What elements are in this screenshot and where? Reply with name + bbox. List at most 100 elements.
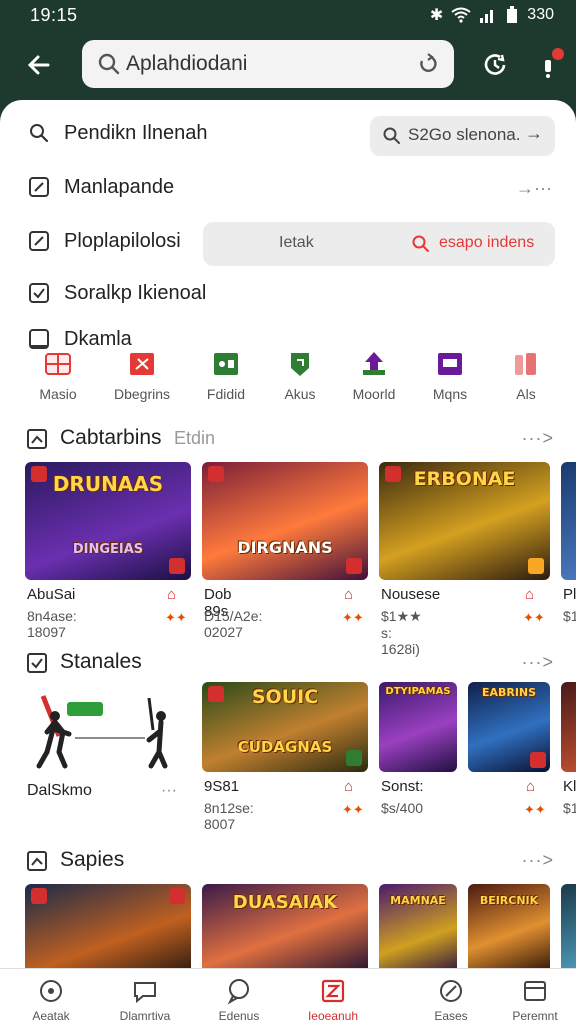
game-thumbnail: DIRGNANS: [202, 462, 368, 580]
menu-row-label: Manlapande: [64, 176, 175, 198]
rating-icon: ✦✦: [165, 610, 187, 625]
bookmark-icon[interactable]: ⌂: [526, 778, 535, 795]
game-thumbnail: [561, 462, 576, 580]
category-item[interactable]: Akus: [260, 350, 340, 402]
nav-item-games[interactable]: Eases: [408, 977, 494, 1023]
fighters-illustration: [36, 695, 168, 769]
game-thumbnail: SOUIC CUDAGNAS: [202, 682, 368, 772]
trending-icon: [27, 851, 47, 871]
category-icon: [438, 353, 462, 375]
game-meta: $1: [563, 608, 576, 624]
notification-icon[interactable]: [532, 48, 566, 82]
bookmark-icon[interactable]: ⌂: [344, 778, 353, 795]
game-thumbnail: DRUNAAS DINGEIAS: [25, 462, 191, 580]
nav-label: Edenus: [218, 1009, 260, 1023]
game-thumbnail: EABRINS: [468, 682, 550, 772]
section-more-link[interactable]: ···>: [522, 850, 555, 871]
thumbnail-title: MAMNAE: [390, 894, 446, 907]
thumbnail-title: SOUIC: [251, 686, 319, 708]
nav-item-messages[interactable]: Edenus: [196, 977, 282, 1023]
message-icon: [227, 979, 249, 1005]
store-icon: [321, 979, 345, 1003]
arrow-right-icon: →: [525, 123, 543, 143]
status-bar: 19:15 ✱ 330: [0, 0, 576, 30]
game-badge: [208, 686, 224, 702]
section-title: Cabtarbins: [60, 426, 162, 449]
battery-icon: [507, 6, 518, 23]
top-bar: Aplahdiodani: [0, 30, 576, 100]
game-name: AbuSai: [27, 586, 76, 603]
category-label: Mqns: [432, 386, 468, 402]
category-item[interactable]: Dbegrins: [102, 350, 182, 402]
menu-row-4[interactable]: Soralkp Ikienoal: [0, 270, 576, 320]
category-item[interactable]: Moorld: [334, 350, 414, 402]
more-icon[interactable]: →···: [516, 178, 552, 199]
game-badge: [169, 558, 185, 574]
quick-search-pill[interactable]: S2Go slenona. →: [370, 116, 555, 156]
bookmark-icon[interactable]: ⌂: [167, 586, 176, 603]
category-label: Masio: [39, 386, 77, 402]
filter-pill[interactable]: Ietak esapo indens: [203, 222, 555, 266]
back-arrow-icon[interactable]: [22, 48, 56, 82]
more-icon[interactable]: ···: [161, 782, 177, 800]
category-item[interactable]: Als: [486, 350, 566, 402]
featured-illustration-card[interactable]: DalSkmo ···: [25, 682, 185, 799]
game-badge: [31, 466, 47, 482]
trending-icon: [27, 429, 47, 449]
game-thumbnail: [25, 884, 191, 974]
filter-left-label: Ietak: [279, 234, 314, 251]
game-thumbnail: [561, 884, 576, 974]
game-badge: [530, 752, 546, 768]
game-badge: [169, 888, 185, 904]
category-icon: [214, 353, 238, 375]
category-icon: [130, 353, 154, 375]
menu-row-1[interactable]: Pendikn Ilnenah S2Go slenona. →: [0, 110, 576, 160]
menu-row-label: Soralkp Ikienoal: [64, 282, 207, 304]
section-title: Sapies: [60, 848, 125, 871]
game-thumbnail: ERBONAE: [379, 462, 550, 580]
category-item[interactable]: Mqns: [410, 350, 490, 402]
chat-icon: [134, 982, 156, 1004]
game-thumbnail: MAMNAE: [379, 884, 457, 974]
edit-icon: [29, 177, 49, 197]
thumbnail-subtitle: CUDAGNAS: [237, 738, 333, 756]
bookmark-icon[interactable]: ⌂: [525, 586, 534, 603]
refresh-icon[interactable]: [416, 52, 440, 76]
nav-item-home[interactable]: Aeatak: [8, 977, 94, 1023]
battery-level: 330: [527, 6, 554, 23]
nav-item-chat[interactable]: Dlamrtiva: [102, 977, 188, 1023]
search-bar[interactable]: Aplahdiodani: [82, 40, 454, 88]
checkbox-icon: [27, 653, 47, 673]
category-item[interactable]: Masio: [18, 350, 98, 402]
history-icon[interactable]: [478, 48, 512, 82]
nav-item-profile[interactable]: Peremnt: [492, 977, 576, 1023]
nav-item-store[interactable]: Ieoeanuh: [290, 977, 376, 1023]
search-input[interactable]: Aplahdiodani: [126, 52, 247, 76]
featured-label: DalSkmo: [27, 782, 92, 799]
category-icon: [363, 352, 385, 375]
game-badge: [31, 888, 47, 904]
checkbox-icon: [29, 283, 49, 303]
game-badge: [208, 466, 224, 482]
search-icon: [412, 235, 429, 252]
section-title: Stanales: [60, 650, 142, 673]
section-header-sapies: Sapies ···>: [0, 844, 576, 880]
game-thumbnail: DUASAIAK: [202, 884, 368, 974]
game-name: Kl: [563, 778, 576, 795]
section-subtitle: Etdin: [174, 428, 216, 448]
category-item[interactable]: Fdidid: [186, 350, 266, 402]
game-name: Nousese: [381, 586, 441, 603]
search-icon: [98, 53, 120, 75]
bookmark-icon[interactable]: ⌂: [344, 586, 353, 603]
game-badge: [528, 558, 544, 574]
nav-label: Peremnt: [512, 1009, 558, 1023]
section-more-link[interactable]: ···>: [522, 428, 555, 449]
category-icon: [45, 353, 71, 375]
rating-icon: ✦✦: [342, 802, 364, 817]
menu-row-2[interactable]: Manlapande →···: [0, 164, 576, 214]
thumbnail-title: EABRINS: [481, 686, 537, 699]
nav-label: Ieoeanuh: [307, 1009, 359, 1023]
nav-label: Dlamrtiva: [119, 1009, 171, 1023]
section-more-link[interactable]: ···>: [522, 652, 555, 673]
category-label: Fdidid: [206, 386, 246, 402]
